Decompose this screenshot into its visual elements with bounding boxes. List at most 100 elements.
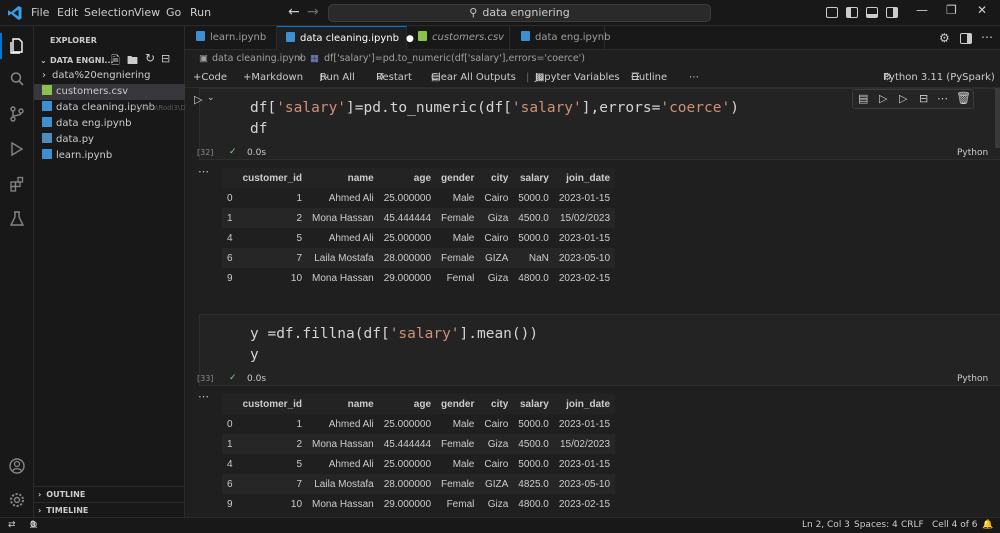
table-cell: Mona Hassan [312, 272, 374, 284]
remote-icon[interactable]: ⇄ [8, 518, 16, 533]
more-icon[interactable]: ⋯ [937, 92, 948, 105]
indentation[interactable]: Spaces: 4 [854, 518, 898, 533]
table-cell: 15/02/2023 [553, 434, 616, 454]
table-cell: Femal [446, 272, 475, 284]
back-arrow-icon[interactable]: ← [288, 4, 300, 20]
more-icon[interactable]: ⋯ [689, 68, 699, 88]
table-cell: Female [436, 248, 480, 268]
table-header: city [479, 168, 514, 188]
csv-file-icon [418, 31, 427, 41]
table-cell: 4800.0 [518, 498, 549, 510]
refresh-icon[interactable]: ↻ [145, 51, 155, 65]
run-by-line-icon[interactable]: ▤ [858, 92, 868, 105]
table-cell: Mona Hassan [307, 434, 379, 454]
explorer-sidebar: EXPLORER ⌄ DATA ENGNI... 🗎 🖿 ↻ ⊟ › data%2… [34, 26, 339, 518]
tab-data-cleaning[interactable]: data cleaning.ipynb ● [277, 26, 414, 50]
table-cell: 28.000000 [378, 248, 437, 268]
scrollbar-thumb[interactable] [995, 88, 1000, 148]
customize-layout-icon[interactable] [826, 7, 838, 18]
notifications-icon[interactable]: 🔔 [982, 518, 993, 533]
add-markdown-button[interactable]: + Markdown [243, 68, 303, 88]
table-cell: Female [436, 474, 480, 494]
split-editor-icon[interactable] [960, 33, 972, 44]
split-cell-icon[interactable]: ⊟ [919, 92, 928, 105]
cell-indicator[interactable]: Cell 4 of 6 [932, 518, 978, 533]
add-code-button[interactable]: + Code [193, 68, 227, 88]
cell-language[interactable]: Python [957, 374, 988, 384]
menu-file[interactable]: File [31, 0, 49, 26]
project-title[interactable]: DATA ENGNI... [50, 56, 114, 65]
row-index: 4 [227, 232, 233, 244]
table-cell: 2 [237, 434, 308, 454]
search-icon[interactable] [7, 69, 27, 89]
tab-learn[interactable]: learn.ipynb [185, 26, 277, 50]
vscode-logo-icon [8, 6, 22, 20]
breadcrumb-file[interactable]: data cleaning.ipynb [212, 50, 306, 68]
dataframe-output-2: customer_id name age gender city salary … [222, 394, 616, 514]
table-cell: 25.000000 [383, 418, 432, 430]
command-center-search[interactable]: ⚲ data engniering [328, 4, 711, 22]
outline-section[interactable]: › OUTLINE [34, 486, 185, 502]
breadcrumb-cell[interactable]: df['salary']=pd.to_numeric(df['salary'],… [324, 50, 585, 68]
output-more-icon[interactable]: ⋯ [198, 165, 209, 178]
table-cell: Cairo [484, 458, 509, 470]
line-endings[interactable]: CRLF [901, 518, 924, 533]
menu-run[interactable]: Run [190, 0, 211, 26]
extensions-icon[interactable] [7, 174, 27, 194]
row-index: 9 [227, 498, 233, 510]
close-icon[interactable]: ✕ [977, 3, 987, 17]
testing-flask-icon[interactable] [7, 209, 27, 229]
toggle-primary-sidebar-icon[interactable] [846, 7, 858, 18]
tree-item-data-eng[interactable]: data eng.ipynb [34, 116, 185, 132]
cursor-position[interactable]: Ln 2, Col 3 [802, 518, 850, 533]
timeline-section[interactable]: › TIMELINE [34, 502, 185, 518]
breadcrumb: ▣ data cleaning.ipynb › ▦ df['salary']=p… [185, 50, 1000, 68]
code-editor[interactable]: y =df.fillna(df['salary'].mean()) y [250, 324, 538, 366]
table-cell: Mona Hassan [307, 208, 379, 228]
account-icon[interactable] [7, 456, 27, 476]
forward-arrow-icon[interactable]: → [307, 4, 319, 20]
title-bar: File Edit Selection View Go Run ← → ⚲ dat… [0, 0, 1000, 26]
menu-view[interactable]: View [134, 0, 160, 26]
output-more-icon[interactable]: ⋯ [198, 390, 209, 403]
cell-language[interactable]: Python [957, 148, 988, 158]
menu-selection[interactable]: Selection [84, 0, 135, 26]
menu-edit[interactable]: Edit [57, 0, 78, 26]
tab-data-eng[interactable]: data eng.ipynb [510, 26, 610, 50]
source-control-icon[interactable] [7, 104, 27, 124]
chevron-down-icon[interactable]: ⌄ [40, 56, 47, 65]
table-row: 9 10 Mona Hassan 29.000000 Femal Giza 4800.0 20… [222, 494, 615, 514]
tree-item-learn[interactable]: learn.ipynb [34, 148, 185, 164]
delete-cell-icon[interactable]: 🗑 [956, 91, 971, 105]
table-header [222, 394, 238, 414]
csv-file-icon [42, 85, 52, 95]
toggle-secondary-sidebar-icon[interactable] [886, 7, 898, 18]
table-cell: 7 [237, 474, 308, 494]
run-cell-icon[interactable]: ▷ [194, 93, 202, 106]
table-cell: Cairo [484, 192, 509, 204]
run-debug-icon[interactable] [7, 139, 27, 159]
collapse-all-icon[interactable]: ⊟ [161, 52, 170, 65]
tab-customers-csv[interactable]: customers.csv [407, 26, 510, 50]
chevron-down-icon[interactable]: ⌄ [207, 93, 215, 103]
table-cell: 5000.0 [518, 458, 549, 470]
tree-item-customers-csv[interactable]: customers.csv [34, 84, 185, 100]
explorer-icon[interactable] [7, 36, 27, 56]
execute-below-icon[interactable]: ▷ [899, 92, 907, 105]
chevron-right-icon: › [38, 490, 42, 499]
more-actions-icon[interactable]: ⋯ [981, 30, 993, 44]
table-cell: 25.000000 [383, 458, 432, 470]
manage-gear-icon[interactable] [7, 490, 27, 510]
code-cell-33[interactable]: y =df.fillna(df['salary'].mean()) y [199, 314, 1000, 386]
table-cell: 45.444444 [378, 434, 437, 454]
execute-above-icon[interactable]: ▷ [879, 92, 887, 105]
tree-item-folder[interactable]: › data%20engniering [34, 68, 185, 84]
tree-item-data-py[interactable]: data.py [34, 132, 185, 148]
restore-icon[interactable]: ❐ [946, 3, 957, 17]
menu-go[interactable]: Go [166, 0, 181, 26]
settings-gear-icon[interactable]: ⚙ [939, 31, 950, 45]
minimize-icon[interactable]: — [916, 3, 928, 17]
code-editor[interactable]: df['salary']=pd.to_numeric(df['salary'],… [250, 98, 739, 140]
table-row: 9 10 Mona Hassan 29.000000 Femal Giza 4800.0 20… [222, 268, 615, 288]
toggle-panel-icon[interactable] [866, 7, 878, 18]
